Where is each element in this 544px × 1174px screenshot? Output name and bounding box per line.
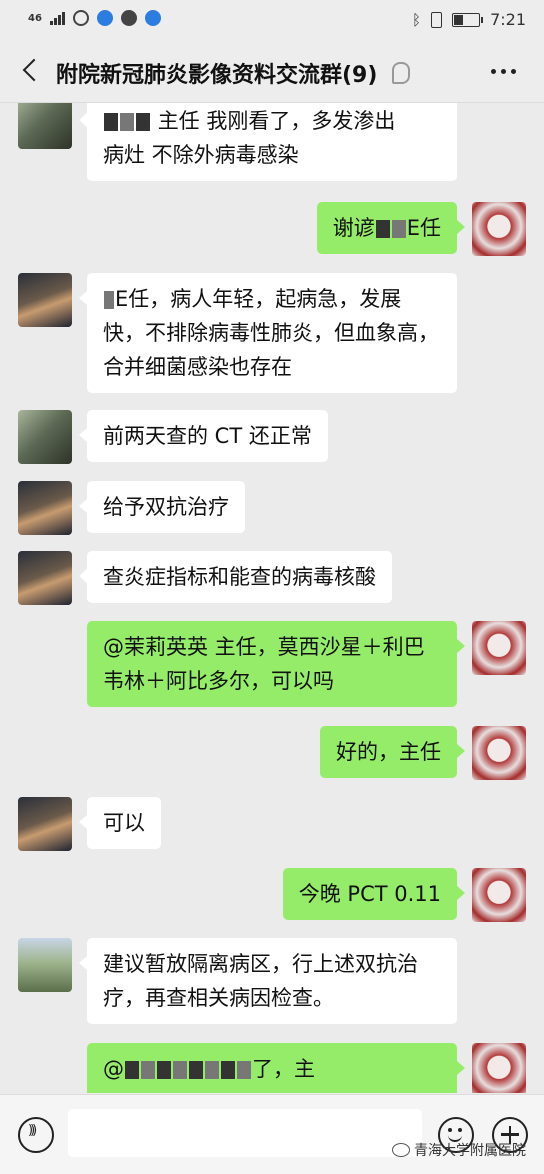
wechat-chat-screen: 46 ᛒ 7:21 附院新冠肺炎影像资料交流群(9) 主任 我刚看了，多发渗出 … <box>0 0 544 1174</box>
vibrate-icon <box>431 11 443 28</box>
app-notification-icon <box>96 10 113 26</box>
night-scene-icon[interactable] <box>18 551 72 605</box>
redacted-name <box>125 1061 139 1079</box>
source-watermark: 青海大学附属医院 <box>392 1140 526 1160</box>
more-options-icon[interactable] <box>491 69 516 74</box>
clock-label: 7:21 <box>490 10 526 29</box>
network-type-label: 46 <box>28 12 42 24</box>
night-scene-icon[interactable] <box>18 273 72 327</box>
chat-header: 附院新冠肺炎影像资料交流群(9) <box>0 40 544 103</box>
garden-icon[interactable] <box>18 938 72 992</box>
message-bubble[interactable]: 谢谚 E任 <box>316 202 466 254</box>
woman-icon[interactable] <box>18 103 72 149</box>
hospital-seal-icon[interactable] <box>472 202 526 256</box>
alarm-icon <box>72 10 89 26</box>
hospital-seal-icon[interactable] <box>472 1043 526 1093</box>
message-bubble[interactable]: E任，病人年轻，起病急，发展 快，不排除病毒性肺炎，但血象高， 合并细菌感染也存… <box>79 273 457 393</box>
message-list[interactable]: 主任 我刚看了，多发渗出 病灶 不除外病毒感染 谢谚 E任 E任，病人年轻，起病急… <box>0 103 544 1093</box>
bluetooth-icon: ᛒ <box>412 10 422 29</box>
message-bubble[interactable]: 主任 我刚看了，多发渗出 病灶 不除外病毒感染 <box>79 103 457 181</box>
redacted-name <box>375 220 390 238</box>
music-icon <box>144 10 161 26</box>
night-scene-icon[interactable] <box>18 481 72 535</box>
hospital-seal-icon[interactable] <box>472 621 526 675</box>
input-bar <box>0 1094 544 1174</box>
navigation-icon <box>120 10 137 26</box>
night-scene-icon[interactable] <box>18 797 72 851</box>
wechat-official-account-icon <box>392 1143 410 1157</box>
message-bubble[interactable]: 可以 <box>79 797 161 849</box>
earpiece-mode-icon <box>392 62 410 84</box>
hospital-seal-icon[interactable] <box>472 726 526 780</box>
message-bubble[interactable]: 今晚 PCT 0.11 <box>282 868 466 920</box>
message-bubble[interactable]: 前两天查的 CT 还正常 <box>79 410 328 462</box>
message-bubble[interactable]: 好的，主任 <box>320 726 465 778</box>
voice-input-icon[interactable] <box>18 1117 54 1153</box>
battery-icon <box>452 12 484 27</box>
redacted-name <box>104 291 114 309</box>
status-bar: 46 ᛒ 7:21 <box>0 0 544 40</box>
message-bubble[interactable]: @茉莉英英 主任，莫西沙星＋利巴 韦林＋阿比多尔，可以吗 <box>87 621 465 707</box>
signal-icon <box>49 11 65 25</box>
message-input[interactable] <box>68 1109 422 1157</box>
message-bubble[interactable]: 建议暂放隔离病区，行上述双抗治 疗，再查相关病因检查。 <box>79 938 457 1024</box>
woman-icon[interactable] <box>18 410 72 464</box>
message-bubble[interactable]: 给予双抗治疗 <box>79 481 245 533</box>
back-arrow-icon[interactable] <box>18 56 46 84</box>
group-title: 附院新冠肺炎影像资料交流群(9) <box>56 63 378 88</box>
message-bubble[interactable]: 查炎症指标和能查的病毒核酸 <box>79 551 392 603</box>
message-bubble[interactable]: @ 了，主 <box>87 1043 465 1093</box>
hospital-seal-icon[interactable] <box>472 868 526 922</box>
redacted-name <box>104 113 118 131</box>
